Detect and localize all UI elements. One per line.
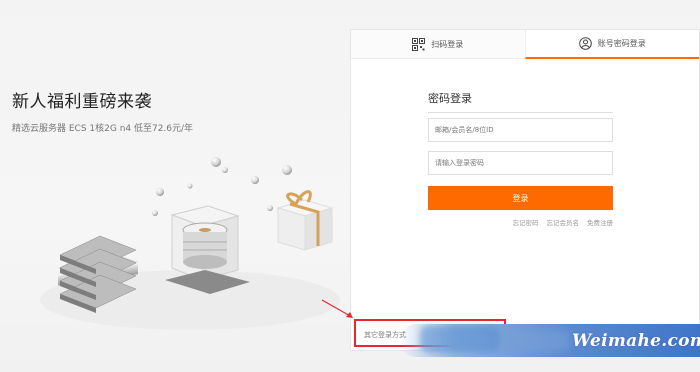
login-tabs: 扫码登录 账号密码登录 bbox=[351, 30, 699, 59]
banner-blur-shape bbox=[510, 330, 570, 352]
watermark-text: Weimahe.com bbox=[572, 331, 700, 351]
forgot-password-link[interactable]: 忘记密码 bbox=[513, 217, 539, 227]
server-and-gift-illustration bbox=[40, 157, 340, 330]
banner-blur-shape bbox=[420, 326, 500, 352]
forgot-username-link[interactable]: 忘记会员名 bbox=[547, 217, 580, 227]
promo-title: 新人福利重磅来袭 bbox=[12, 92, 152, 112]
register-link[interactable]: 免费注册 bbox=[587, 217, 613, 227]
password-input[interactable] bbox=[428, 151, 613, 175]
promo-subtitle: 精选云服务器 ECS 1核2G n4 低至72.6元/年 bbox=[12, 124, 194, 134]
login-card: 扫码登录 账号密码登录 密码登录 登录 忘记密码 忘记会员名 免费注册 其它登录… bbox=[350, 29, 700, 351]
account-links: 忘记密码 忘记会员名 免费注册 bbox=[428, 217, 614, 227]
tab-qr-login-label: 扫码登录 bbox=[431, 39, 464, 49]
username-input[interactable] bbox=[428, 118, 613, 142]
qr-code-icon bbox=[412, 37, 426, 51]
login-button[interactable]: 登录 bbox=[428, 186, 613, 210]
form-title: 密码登录 bbox=[428, 90, 613, 113]
tab-password-login-label: 账号密码登录 bbox=[597, 39, 646, 48]
user-icon bbox=[578, 37, 592, 50]
tab-password-login[interactable]: 账号密码登录 bbox=[524, 30, 699, 59]
tab-qr-login[interactable]: 扫码登录 bbox=[351, 30, 525, 59]
